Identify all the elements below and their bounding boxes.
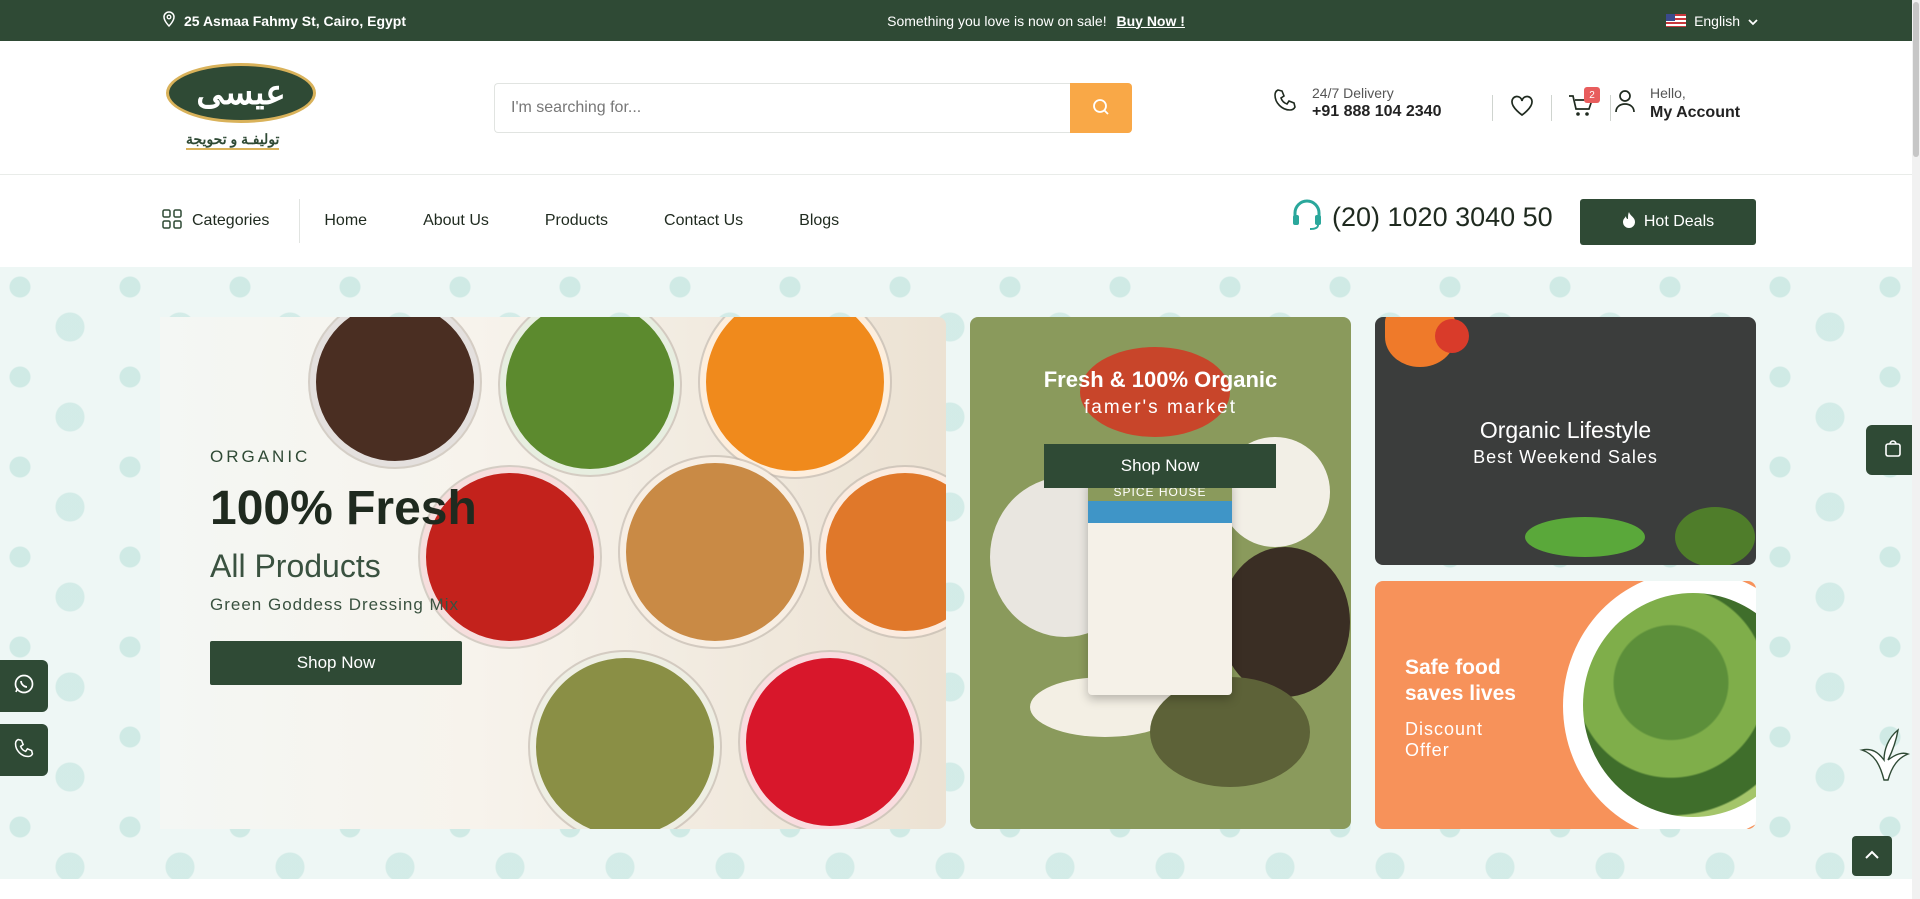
whatsapp-icon bbox=[13, 673, 35, 700]
headset-icon bbox=[1290, 197, 1324, 238]
lifestyle-title: Organic Lifestyle bbox=[1479, 417, 1652, 443]
spice-bowl-image bbox=[500, 317, 680, 475]
delivery-label: 24/7 Delivery bbox=[1312, 85, 1394, 101]
safe-food-subtitle: Discount Offer bbox=[1405, 719, 1483, 760]
spice-bowl-image bbox=[620, 457, 810, 647]
shop-now-button[interactable]: Shop Now bbox=[210, 641, 462, 685]
language-selector[interactable]: English bbox=[1666, 13, 1758, 29]
banner-description: Green Goddess Dressing Mix bbox=[210, 595, 459, 614]
nav-item-products[interactable]: Products bbox=[545, 212, 608, 230]
banner-subtitle: All Products bbox=[210, 548, 381, 584]
safe-food-title: Safe food saves lives bbox=[1405, 655, 1516, 708]
spice-bowl-image bbox=[740, 652, 920, 829]
hotline[interactable]: (20) 1020 3040 50 bbox=[1290, 197, 1553, 238]
broccoli-image bbox=[1675, 507, 1755, 565]
address-text: 25 Asmaa Fahmy St, Cairo, Egypt bbox=[184, 12, 406, 29]
divider bbox=[1551, 95, 1552, 121]
cart-count-badge: 2 bbox=[1584, 87, 1600, 103]
language-label: English bbox=[1694, 12, 1740, 29]
main-banner-text: ORGANIC 100% Fresh All Products Green Go… bbox=[210, 447, 477, 685]
tomato-image bbox=[1435, 319, 1469, 353]
organic-market-card[interactable]: Fresh & 100% Organic famer's market SPIC… bbox=[970, 317, 1351, 829]
package-band bbox=[1088, 499, 1232, 523]
buy-now-link[interactable]: Buy Now ! bbox=[1116, 13, 1184, 29]
hotline-number: (20) 1020 3040 50 bbox=[1332, 202, 1553, 232]
wishlist-button[interactable] bbox=[1507, 93, 1537, 123]
page-scrollbar[interactable] bbox=[1912, 0, 1920, 899]
middle-card-subtitle: famer's market bbox=[1083, 397, 1238, 418]
top-bar: 25 Asmaa Fahmy St, Cairo, Egypt Somethin… bbox=[0, 0, 1920, 41]
nav-item-contact-us[interactable]: Contact Us bbox=[664, 212, 743, 230]
spice-bowl-image bbox=[530, 652, 720, 829]
vegetables-image bbox=[1525, 517, 1645, 557]
herb-decoration-icon bbox=[1854, 720, 1912, 784]
chevron-down-icon bbox=[1748, 13, 1758, 29]
middle-shop-now-button[interactable]: Shop Now bbox=[1044, 444, 1276, 488]
spice-bowl-image bbox=[310, 317, 480, 467]
account-greeting: Hello, bbox=[1650, 85, 1686, 101]
pepper-mound-image bbox=[1220, 547, 1350, 697]
categories-button[interactable]: Categories bbox=[162, 199, 301, 243]
call-button[interactable] bbox=[0, 724, 48, 776]
banner-eyebrow: ORGANIC bbox=[210, 447, 311, 466]
categories-label: Categories bbox=[192, 212, 270, 229]
header: عيسى توليفـة و تحويجة 24/7 Delivery +91 … bbox=[0, 41, 1920, 175]
divider bbox=[1610, 95, 1611, 121]
delivery-contact: 24/7 Delivery +91 888 104 2340 bbox=[1272, 85, 1441, 121]
shopping-bag-icon bbox=[1884, 439, 1902, 462]
us-flag-icon bbox=[1666, 14, 1687, 27]
header-icons: 2 bbox=[1478, 87, 1625, 123]
search-button[interactable] bbox=[1070, 83, 1132, 133]
main-banner: ORGANIC 100% Fresh All Products Green Go… bbox=[160, 317, 946, 829]
promo-text: Something you love is now on sale! bbox=[887, 12, 1107, 29]
search-bar bbox=[494, 83, 1132, 133]
whatsapp-button[interactable] bbox=[0, 660, 48, 712]
middle-card-title: Fresh & 100% Organic bbox=[1043, 367, 1278, 392]
safe-food-title-line2: saves lives bbox=[1405, 682, 1516, 706]
lifestyle-subtitle: Best Weekend Sales bbox=[1473, 447, 1658, 467]
heart-icon bbox=[1510, 95, 1534, 122]
nav-item-home[interactable]: Home bbox=[324, 212, 367, 230]
nav-item-blogs[interactable]: Blogs bbox=[799, 212, 839, 230]
search-icon bbox=[1092, 98, 1110, 119]
account-menu[interactable]: Hello, My Account bbox=[1614, 85, 1740, 123]
hot-deals-label: Hot Deals bbox=[1643, 213, 1715, 230]
banner-title: 100% Fresh bbox=[210, 482, 477, 535]
safe-food-sub-line2: Offer bbox=[1405, 739, 1450, 760]
user-icon bbox=[1614, 89, 1636, 119]
account-label: My Account bbox=[1650, 103, 1741, 121]
divider bbox=[1492, 95, 1493, 121]
logo[interactable]: عيسى توليفـة و تحويجة bbox=[166, 61, 318, 155]
chevron-up-icon bbox=[1865, 847, 1879, 865]
address: 25 Asmaa Fahmy St, Cairo, Egypt bbox=[162, 11, 406, 30]
scrollbar-thumb[interactable] bbox=[1913, 2, 1919, 157]
grid-icon bbox=[162, 208, 182, 234]
nav-menu: Home About Us Products Contact Us Blogs bbox=[324, 212, 839, 230]
spice-bowl-image bbox=[700, 317, 890, 477]
nav-item-about-us[interactable]: About Us bbox=[423, 212, 489, 230]
main-nav: Categories Home About Us Products Contac… bbox=[0, 175, 1920, 267]
hot-deals-button[interactable]: Hot Deals bbox=[1580, 199, 1756, 245]
safe-food-sub-line1: Discount bbox=[1405, 719, 1484, 739]
delivery-phone[interactable]: +91 888 104 2340 bbox=[1312, 102, 1441, 121]
organic-lifestyle-card[interactable]: Organic Lifestyle Best Weekend Sales bbox=[1375, 317, 1756, 565]
spice-package-image: SPICE HOUSE bbox=[1088, 479, 1232, 695]
scroll-to-top-button[interactable] bbox=[1852, 836, 1892, 876]
safe-food-title-line1: Safe food bbox=[1405, 656, 1501, 679]
logo-mark: عيسى bbox=[166, 62, 316, 123]
phone-call-icon bbox=[13, 737, 35, 764]
phone-icon bbox=[1272, 87, 1298, 118]
spice-bowl-image bbox=[820, 467, 946, 637]
promo: Something you love is now on sale! Buy N… bbox=[887, 13, 1185, 29]
logo-tagline: توليفـة و تحويجة bbox=[186, 131, 280, 150]
safe-food-card[interactable]: Safe food saves lives Discount Offer bbox=[1375, 581, 1756, 829]
search-input[interactable] bbox=[494, 83, 1070, 133]
flame-icon bbox=[1622, 211, 1636, 234]
cart-button[interactable]: 2 bbox=[1566, 87, 1600, 123]
location-pin-icon bbox=[162, 11, 176, 30]
